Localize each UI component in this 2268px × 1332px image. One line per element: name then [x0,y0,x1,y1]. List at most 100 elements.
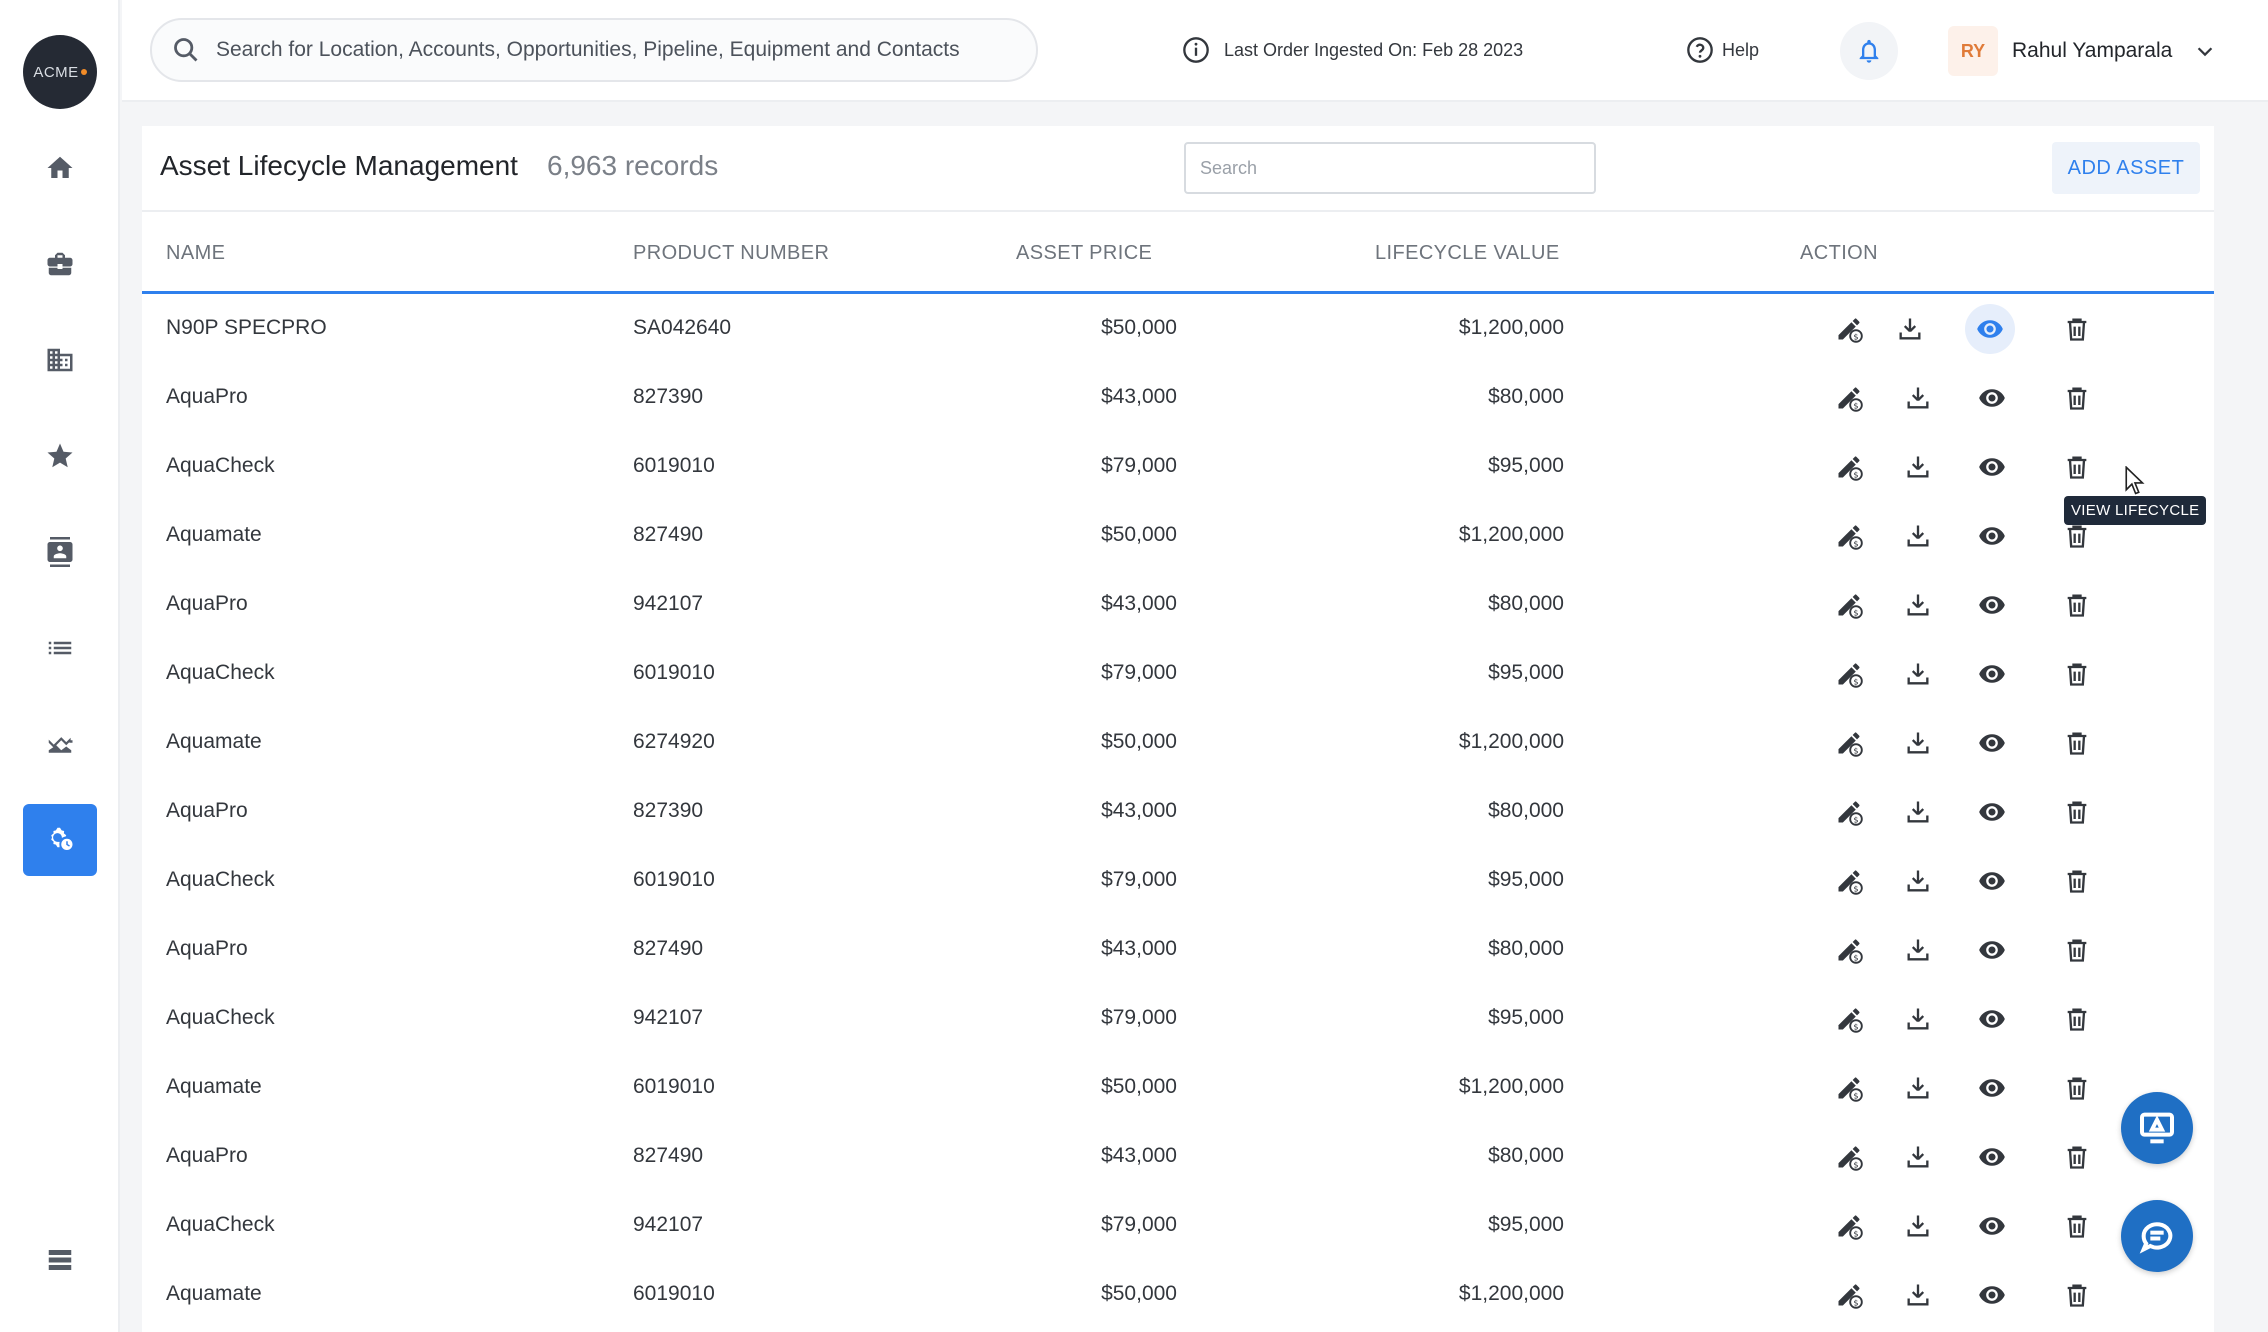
download-button[interactable] [1899,586,1937,624]
table-row[interactable]: AquaCheck 6019010 $79,000 $95,000 $ [142,639,2214,708]
edit-price-button[interactable]: $ [1830,862,1868,900]
eye-icon [1979,1217,2005,1235]
edit-price-button[interactable]: $ [1830,1069,1868,1107]
download-button[interactable] [1899,1000,1937,1038]
table-row[interactable]: AquaCheck 942107 $79,000 $95,000 $ [142,984,2214,1053]
table-row[interactable]: AquaPro 827390 $43,000 $80,000 $ [142,777,2214,846]
table-row[interactable]: AquaPro 827390 $43,000 $80,000 $ [142,363,2214,432]
download-button[interactable] [1899,448,1937,486]
delete-button[interactable] [2058,448,2096,486]
edit-price-button[interactable]: $ [1830,1276,1868,1314]
download-button[interactable] [1899,1276,1937,1314]
view-lifecycle-button[interactable] [1973,448,2011,486]
table-row[interactable]: Aquamate 6019010 $50,000 $1,200,000 $ [142,1053,2214,1122]
sidebar-item-menu[interactable] [23,1224,97,1296]
table-row[interactable]: Aquamate 827490 $50,000 $1,200,000 $ [142,501,2214,570]
sidebar-item-contacts[interactable] [23,516,97,588]
edit-price-button[interactable]: $ [1830,724,1868,762]
delete-button[interactable] [2058,310,2096,348]
delete-button[interactable] [2058,931,2096,969]
view-lifecycle-button[interactable] [1973,862,2011,900]
download-button[interactable] [1899,931,1937,969]
view-lifecycle-button[interactable] [1973,1207,2011,1245]
view-lifecycle-button[interactable] [1973,655,2011,693]
delete-button[interactable] [2058,862,2096,900]
edit-price-button[interactable]: $ [1830,310,1868,348]
sidebar-item-asset-lifecycle[interactable] [23,804,97,876]
view-lifecycle-button[interactable] [1973,586,2011,624]
download-button[interactable] [1899,1069,1937,1107]
download-button[interactable] [1899,655,1937,693]
table-row[interactable]: Aquamate 6019010 $50,000 $1,200,000 $ [142,1260,2214,1329]
table-row[interactable]: AquaCheck 6019010 $79,000 $95,000 $ [142,432,2214,501]
download-button[interactable] [1899,379,1937,417]
edit-price-button[interactable]: $ [1830,379,1868,417]
delete-button[interactable] [2058,1207,2096,1245]
delete-button[interactable] [2058,1069,2096,1107]
notifications-button[interactable] [1840,22,1898,80]
edit-price-button[interactable]: $ [1830,517,1868,555]
view-lifecycle-button[interactable] [1965,304,2015,354]
view-lifecycle-button[interactable] [1973,793,2011,831]
column-header-product-number[interactable]: PRODUCT NUMBER [633,242,829,265]
edit-price-button[interactable]: $ [1830,1207,1868,1245]
delete-button[interactable] [2058,793,2096,831]
download-button[interactable] [1899,1138,1937,1176]
sidebar-item-accounts[interactable] [23,228,97,300]
view-lifecycle-button[interactable] [1973,1276,2011,1314]
table-row[interactable]: AquaPro 827490 $43,000 $80,000 $ [142,1122,2214,1191]
delete-button[interactable] [2058,655,2096,693]
edit-price-button[interactable]: $ [1830,655,1868,693]
table-search-input[interactable] [1184,142,1596,194]
svg-text:$: $ [1853,1160,1858,1170]
column-header-lifecycle-value[interactable]: LIFECYCLE VALUE [1375,242,1560,265]
download-button[interactable] [1891,310,1929,348]
user-menu[interactable]: RY Rahul Yamparala [1948,22,2216,80]
delete-button[interactable] [2058,1000,2096,1038]
chat-button[interactable] [2121,1200,2193,1272]
edit-price-button[interactable]: $ [1830,931,1868,969]
sidebar-item-locations[interactable] [23,324,97,396]
delete-button[interactable] [2058,1276,2096,1314]
view-lifecycle-button[interactable] [1973,1138,2011,1176]
edit-price-button[interactable]: $ [1830,1138,1868,1176]
column-header-asset-price[interactable]: ASSET PRICE [1016,242,1152,265]
download-button[interactable] [1899,862,1937,900]
delete-button[interactable] [2058,724,2096,762]
table-row[interactable]: AquaCheck 942107 $79,000 $95,000 $ [142,1191,2214,1260]
help-link[interactable]: Help [1686,36,1759,64]
edit-price-button[interactable]: $ [1830,793,1868,831]
sidebar-item-lists[interactable] [23,612,97,684]
add-asset-button[interactable]: ADD ASSET [2052,142,2200,194]
global-search-input[interactable] [216,38,1036,62]
edit-price-button[interactable]: $ [1830,448,1868,486]
download-button[interactable] [1899,517,1937,555]
delete-button[interactable] [2058,586,2096,624]
edit-price-button[interactable]: $ [1830,1000,1868,1038]
table-row[interactable]: AquaPro 942107 $43,000 $80,000 $ [142,570,2214,639]
table-row[interactable]: Aquamate 6274920 $50,000 $1,200,000 $ [142,708,2214,777]
column-header-name[interactable]: NAME [166,242,225,265]
delete-button[interactable] [2058,379,2096,417]
screen-share-button[interactable] [2121,1092,2193,1164]
view-lifecycle-button[interactable] [1973,931,2011,969]
table-row[interactable]: AquaPro 827490 $43,000 $80,000 $ [142,915,2214,984]
table-row[interactable]: N90P SPECPRO SA042640 $50,000 $1,200,000 $ [142,294,2214,363]
view-lifecycle-button[interactable] [1973,379,2011,417]
download-button[interactable] [1899,724,1937,762]
delete-button[interactable] [2058,1138,2096,1176]
global-search[interactable] [150,18,1038,82]
download-button[interactable] [1899,1207,1937,1245]
view-lifecycle-button[interactable] [1973,517,2011,555]
sidebar-item-favorites[interactable] [23,420,97,492]
view-lifecycle-button[interactable] [1973,724,2011,762]
sidebar-item-analytics[interactable] [23,708,97,780]
chevron-down-icon [2198,47,2213,57]
acme-logo[interactable]: ACME [23,35,97,109]
download-button[interactable] [1899,793,1937,831]
edit-price-button[interactable]: $ [1830,586,1868,624]
table-row[interactable]: AquaCheck 6019010 $79,000 $95,000 $ [142,846,2214,915]
sidebar-item-home[interactable] [23,132,97,204]
view-lifecycle-button[interactable] [1973,1000,2011,1038]
view-lifecycle-button[interactable] [1973,1069,2011,1107]
